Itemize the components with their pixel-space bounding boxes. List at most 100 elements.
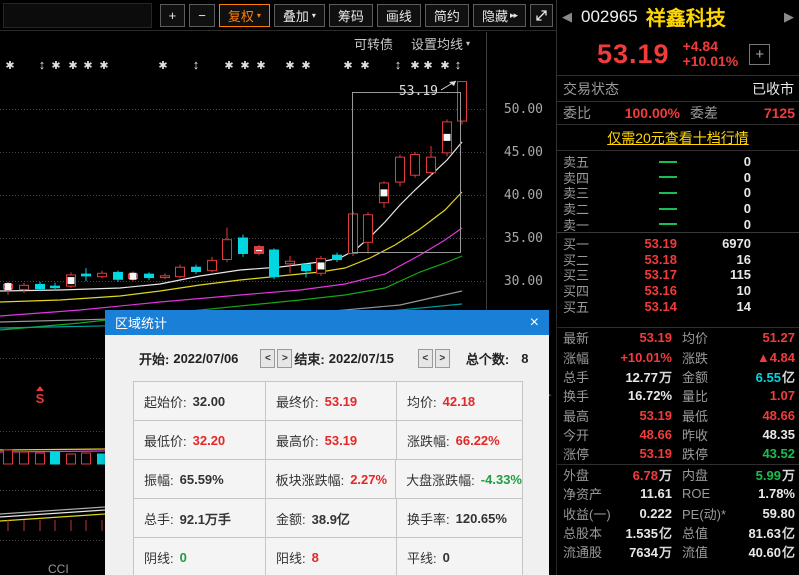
simple-mode-button[interactable]: 简约	[425, 4, 469, 27]
chips-button[interactable]: 筹码	[329, 4, 373, 27]
stat-row: 收益(一)0.222PE(动)*59.80	[557, 503, 799, 522]
price-change: +4.84	[683, 39, 739, 54]
level2-promo-link[interactable]: 仅需20元查看十档行情	[607, 128, 749, 148]
order-price: 53.18	[603, 252, 677, 267]
stat-label: 流值	[682, 542, 738, 561]
stat-label: 昨收	[682, 425, 738, 444]
fullscreen-icon	[535, 9, 548, 22]
stat-number: 1.78%	[758, 486, 795, 501]
stat-label: PE(动)*	[682, 504, 738, 523]
end-date-prev-button[interactable]: <	[418, 349, 433, 368]
stat-number: 11.61	[640, 486, 672, 501]
fullscreen-button[interactable]	[530, 4, 553, 27]
ma-settings-dropdown[interactable]: 设置均线 ▾	[411, 34, 470, 53]
hide-label: 隐藏	[482, 6, 508, 25]
indicator-tab-label[interactable]: CCI	[48, 562, 69, 575]
event-marker-icon: ↕	[455, 57, 462, 72]
end-date-label: 结束:	[294, 349, 324, 368]
stat-label: 最新	[563, 328, 615, 347]
dialog-stat-value: -4.33%	[481, 472, 522, 487]
overlay-dropdown[interactable]: 叠加 ▾	[274, 4, 325, 27]
stat-number: 53.19	[639, 446, 672, 461]
stat-row: 换手16.72%量比1.07	[557, 386, 799, 405]
zoom-in-button[interactable]: +	[160, 4, 186, 27]
dialog-title-bar[interactable]: 区域统计 ×	[105, 310, 549, 335]
start-date-value: 2022/07/06	[173, 351, 238, 366]
stat-label: 今开	[563, 425, 615, 444]
event-markers: ✱↕✱✱✱✱✱↕✱✱✱✱✱✱✱↕✱✱✱↕	[5, 57, 461, 72]
stat-row: 净资产11.61ROE1.78%	[557, 484, 799, 503]
dialog-stat-label: 总手:	[144, 509, 174, 528]
stat-value: 81.63亿	[738, 523, 795, 542]
price-axis-label: 35.00	[504, 231, 543, 246]
close-icon[interactable]: ×	[530, 315, 539, 331]
stat-row: 最高53.19最低48.66	[557, 406, 799, 425]
stat-value: 59.80	[738, 506, 795, 521]
dialog-stat-cell: 换手率:120.65%	[397, 499, 523, 537]
stat-value: 5.99万	[738, 465, 795, 484]
order-volume: 14	[677, 299, 751, 314]
stat-number: 81.63	[748, 526, 781, 541]
announcement-marker	[318, 262, 325, 269]
stat-value: 6.55亿	[738, 367, 795, 386]
convertible-bond-link[interactable]: 可转债	[354, 34, 393, 53]
prev-stock-button[interactable]: ◀	[557, 9, 577, 25]
stat-value: +10.01%	[615, 350, 672, 365]
caret-down-icon: ▾	[466, 39, 470, 48]
stat-number: 6.55	[756, 370, 781, 385]
hide-button[interactable]: 隐藏 ▸▸	[473, 4, 526, 27]
stat-label: 总手	[563, 367, 615, 386]
order-volume: 0	[677, 154, 751, 169]
stat-number: 48.66	[639, 427, 672, 442]
draw-line-button[interactable]: 画线	[377, 4, 421, 27]
event-marker-icon: ✱	[360, 60, 369, 72]
stat-number: 6.78	[633, 468, 658, 483]
stat-value: 11.61	[615, 486, 672, 501]
event-marker-icon: ↕	[39, 57, 46, 72]
order-volume: 10	[677, 283, 751, 298]
stat-value: 12.77万	[615, 367, 672, 386]
stat-value: 48.66	[615, 427, 672, 442]
sell-row[interactable]: 卖一0	[557, 216, 799, 232]
stat-unit: 亿	[782, 370, 795, 385]
stat-number: 16.72%	[628, 388, 672, 403]
event-marker-icon: ✱	[224, 60, 233, 72]
dialog-stat-cell: 阳线:8	[266, 538, 397, 575]
dialog-stat-row: 起始价:32.00最终价:53.19均价:42.18	[134, 382, 523, 421]
stat-row: 涨幅+10.01%涨跌▲4.84	[557, 347, 799, 366]
event-marker-icon: ✱	[410, 60, 419, 72]
double-chevron-right-icon: ▸▸	[510, 10, 517, 21]
start-date-next-button[interactable]: >	[277, 349, 292, 368]
order-price: 53.16	[603, 283, 677, 298]
stat-row: 涨停53.19跌停43.52	[557, 444, 799, 464]
empty-price-dash	[659, 192, 677, 194]
MA5	[0, 142, 462, 291]
dialog-stat-label: 阴线:	[144, 548, 174, 567]
event-marker-icon: ✱	[240, 60, 249, 72]
start-date-prev-button[interactable]: <	[260, 349, 275, 368]
stat-number: 53.19	[639, 330, 672, 345]
buy-row[interactable]: 买五53.1414	[557, 298, 799, 314]
sell-order-book: 卖五0卖四0卖三0卖二0卖一0	[557, 151, 799, 232]
stat-value: 43.52	[738, 446, 795, 461]
stat-value: 53.19	[615, 446, 672, 461]
empty-price-dash	[659, 176, 677, 178]
stat-unit: 亿	[782, 526, 795, 541]
end-date-next-button[interactable]: >	[435, 349, 450, 368]
caret-down-icon: ▾	[312, 11, 316, 20]
signal-arrow-icon	[36, 386, 44, 391]
dialog-stat-label: 板块涨跌幅:	[276, 470, 345, 489]
adjust-price-dropdown[interactable]: 复权 ▾	[219, 4, 270, 27]
dialog-stat-cell: 平线:0	[397, 538, 523, 575]
dialog-stat-value: 53.19	[325, 433, 358, 448]
zoom-out-button[interactable]: −	[189, 4, 215, 27]
stat-value: 1.535亿	[615, 523, 672, 542]
next-stock-button[interactable]: ▶	[779, 9, 799, 25]
order-price: 53.14	[603, 299, 677, 314]
add-watchlist-button[interactable]: +	[749, 44, 770, 65]
stat-value: 0.222	[615, 506, 672, 521]
stat-value: 51.27	[738, 330, 795, 345]
stat-label: 跌停	[682, 444, 738, 463]
dialog-stat-cell: 振幅:65.59%	[134, 460, 266, 498]
weibi-label: 委比	[563, 103, 615, 123]
